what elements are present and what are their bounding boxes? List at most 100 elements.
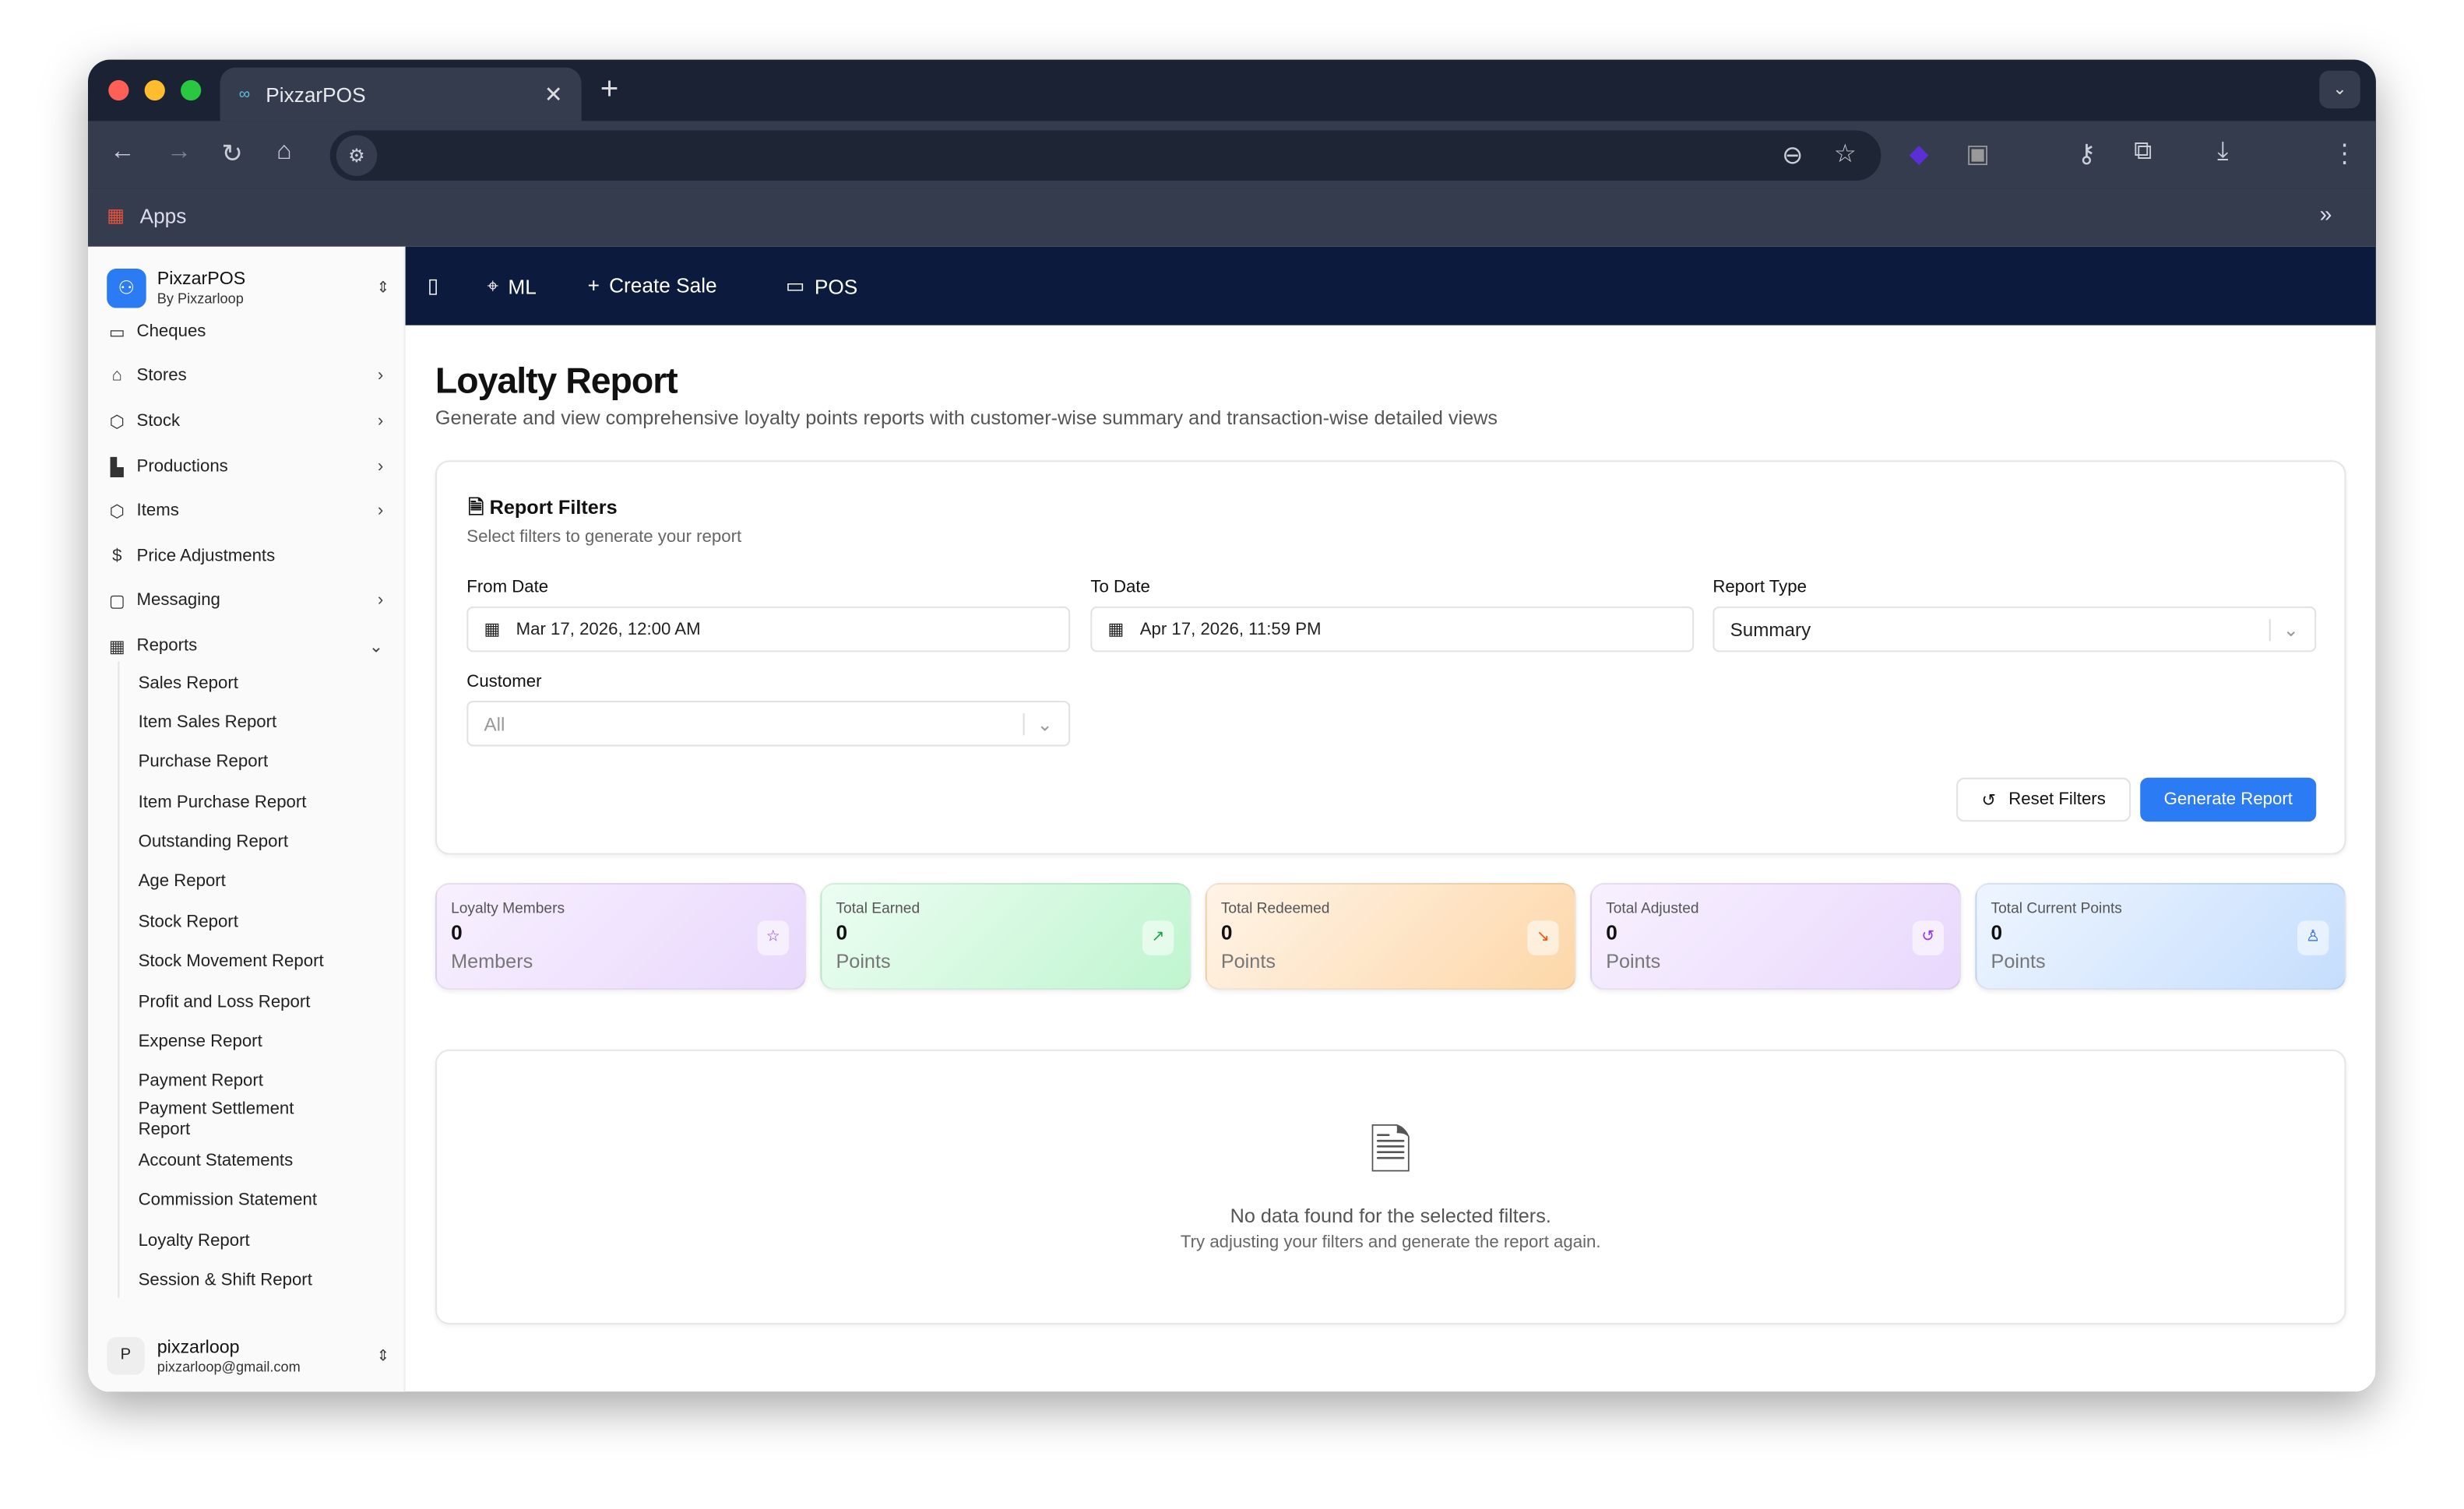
apps-grid-icon: ▦ bbox=[107, 204, 125, 226]
sidebar-item-items[interactable]: ⬡Items› bbox=[107, 497, 383, 525]
zoom-icon[interactable]: ⊖ bbox=[1782, 140, 1803, 171]
trending-down-icon: ↘ bbox=[1527, 920, 1558, 955]
pos-button[interactable]: ▭POS bbox=[786, 273, 857, 298]
stat-card: Total Current Points0Points♙ bbox=[1975, 883, 2346, 990]
new-tab-button[interactable]: + bbox=[600, 72, 619, 108]
user-menu[interactable]: Ppixzarlooppixzarloop@gmail.com⇕ bbox=[107, 1331, 389, 1381]
sidebar-report-link[interactable]: Profit and Loss Report bbox=[139, 993, 327, 1013]
extension-icon[interactable]: ◆ bbox=[1910, 139, 1929, 170]
sidebar-report-link[interactable]: Stock Movement Report bbox=[139, 952, 327, 973]
customer-value: All bbox=[484, 712, 505, 734]
reload-icon[interactable]: ↻ bbox=[222, 139, 243, 170]
chevron-icon: › bbox=[378, 591, 383, 610]
close-window-button[interactable] bbox=[108, 80, 128, 100]
minimize-window-button[interactable] bbox=[145, 80, 165, 100]
main-content: Loyalty Report Generate and view compreh… bbox=[406, 325, 2376, 1392]
stat-unit: Members bbox=[451, 951, 533, 973]
sidebar-report-link[interactable]: Payment Settlement Report bbox=[139, 1099, 327, 1140]
home-icon[interactable]: ⌂ bbox=[276, 139, 292, 167]
factory-icon: ▙ bbox=[107, 456, 127, 477]
chevron-icon: ⌄ bbox=[369, 635, 384, 656]
pos-label: POS bbox=[815, 274, 857, 297]
trending-up-icon: ↗ bbox=[1142, 920, 1174, 955]
report-type-value: Summary bbox=[1730, 618, 1811, 640]
sidebar-report-link[interactable]: Outstanding Report bbox=[139, 832, 327, 853]
location-button[interactable]: ⌖ML bbox=[488, 273, 537, 298]
filters-subtitle: Select filters to generate your report bbox=[466, 528, 741, 547]
sidebar-item-reports[interactable]: ▦Reports⌄ bbox=[107, 631, 383, 660]
sidebar-item-stock[interactable]: ⬡Stock› bbox=[107, 407, 383, 435]
site-settings-icon[interactable]: ⚙ bbox=[336, 135, 377, 176]
stat-value: 0 bbox=[836, 920, 847, 944]
sidebar-item-label: Cheques bbox=[137, 322, 206, 341]
brand-name: PixzarPOS bbox=[157, 269, 246, 290]
chevrons-updown-icon: ⇕ bbox=[376, 279, 389, 296]
brand-sub: By Pixzarloop bbox=[157, 290, 246, 305]
stat-value: 0 bbox=[1606, 920, 1617, 944]
file-text-icon: 🗎 bbox=[468, 497, 484, 519]
more-bookmarks-icon[interactable]: » bbox=[2320, 201, 2332, 226]
bookmark-apps[interactable]: Apps bbox=[140, 204, 187, 227]
package-icon: ⬡ bbox=[107, 501, 127, 521]
toggle-sidebar-icon[interactable]: ▯ bbox=[428, 273, 438, 298]
menu-kebab-icon[interactable]: ⋮ bbox=[2332, 139, 2357, 170]
close-tab-icon[interactable]: ✕ bbox=[544, 81, 563, 107]
create-sale-button[interactable]: +Create Sale bbox=[588, 273, 717, 297]
stat-title: Total Adjusted bbox=[1606, 900, 1698, 917]
empty-title: No data found for the selected filters. bbox=[437, 1205, 2345, 1227]
sidebar-report-link[interactable]: Purchase Report bbox=[139, 753, 327, 773]
sidebar-report-link[interactable]: Payment Report bbox=[139, 1071, 327, 1092]
sidebar-item-label: Price Adjustments bbox=[137, 547, 276, 565]
address-bar[interactable]: ⚙ ⊖ ☆ bbox=[330, 130, 1881, 181]
forward-icon[interactable]: → bbox=[167, 139, 192, 167]
chevrons-updown-icon: ⇕ bbox=[376, 1347, 389, 1364]
from-date-input[interactable]: ▦Mar 17, 2026, 12:00 AM bbox=[466, 607, 1070, 652]
bookmark-star-icon[interactable]: ☆ bbox=[1834, 139, 1857, 170]
sidebar-report-link[interactable]: Age Report bbox=[139, 872, 327, 892]
customer-select[interactable]: All⌄ bbox=[466, 701, 1070, 747]
download-icon[interactable]: ⤓ bbox=[2217, 139, 2228, 167]
generate-report-button[interactable]: Generate Report bbox=[2140, 778, 2316, 821]
sidebar-report-link[interactable]: Loyalty Report bbox=[139, 1232, 327, 1252]
sidebar-report-link[interactable]: Item Sales Report bbox=[139, 713, 327, 733]
reset-label: Reset Filters bbox=[2008, 790, 2106, 809]
sidebar-item-stores[interactable]: ⌂Stores› bbox=[107, 361, 383, 389]
sidebar-report-link[interactable]: Account Statements bbox=[139, 1152, 327, 1172]
create-sale-label: Create Sale bbox=[609, 273, 717, 297]
stat-title: Total Redeemed bbox=[1221, 900, 1330, 917]
page-title: Loyalty Report bbox=[435, 360, 678, 402]
stat-value: 0 bbox=[1991, 920, 2003, 944]
stat-unit: Points bbox=[1221, 951, 1276, 973]
store-icon: ⌂ bbox=[107, 366, 127, 385]
location-label: ML bbox=[508, 274, 536, 297]
reset-filters-button[interactable]: ↺Reset Filters bbox=[1956, 778, 2131, 821]
browser-window: ∞PixzarPOS✕ + ⌄ ← → ↻ ⌂ ⚙ ⊖ ☆ ◆ ▣ ⚷ ⧉ ⤓ … bbox=[88, 60, 2376, 1392]
sidebar-item-cheques[interactable]: ▭Cheques bbox=[107, 318, 383, 346]
to-date-input[interactable]: ▦Apr 17, 2026, 11:59 PM bbox=[1090, 607, 1694, 652]
sidebar-report-link[interactable]: Sales Report bbox=[139, 674, 327, 695]
sidebar-item-price-adjustments[interactable]: $Price Adjustments bbox=[107, 542, 383, 570]
sidebar-item-productions[interactable]: ▙Productions› bbox=[107, 452, 383, 480]
message-icon: ▢ bbox=[107, 590, 127, 610]
maximize-window-button[interactable] bbox=[181, 80, 201, 100]
star-icon: ☆ bbox=[758, 920, 789, 955]
sidebar-item-messaging[interactable]: ▢Messaging› bbox=[107, 586, 383, 614]
award-icon: ♙ bbox=[2297, 920, 2328, 955]
sidebar-report-link[interactable]: Session & Shift Report bbox=[139, 1271, 327, 1291]
bookmarks-bar: ▦ Apps » bbox=[88, 188, 2376, 247]
passwords-icon[interactable]: ⚷ bbox=[2078, 139, 2096, 170]
browser-tab[interactable]: ∞PixzarPOS✕ bbox=[220, 68, 581, 121]
tab-search-button[interactable]: ⌄ bbox=[2319, 71, 2360, 108]
org-switcher[interactable]: ⚇PixzarPOSBy Pixzarloop⇕ bbox=[107, 266, 389, 309]
sidebar-report-link[interactable]: Commission Statement bbox=[139, 1191, 327, 1211]
extensions-puzzle-icon[interactable]: ⧉ bbox=[2134, 139, 2152, 167]
sidebar-report-link[interactable]: Expense Report bbox=[139, 1032, 327, 1053]
to-date-value: Apr 17, 2026, 11:59 PM bbox=[1140, 620, 1322, 638]
sidebar-report-link[interactable]: Stock Report bbox=[139, 913, 327, 933]
back-icon[interactable]: ← bbox=[110, 139, 135, 167]
report-type-select[interactable]: Summary⌄ bbox=[1712, 607, 2316, 652]
camera-extension-icon[interactable]: ▣ bbox=[1966, 139, 1990, 170]
sidebar-item-label: Reports bbox=[137, 636, 198, 655]
sidebar-report-link[interactable]: Item Purchase Report bbox=[139, 793, 327, 814]
stat-unit: Points bbox=[836, 951, 890, 973]
